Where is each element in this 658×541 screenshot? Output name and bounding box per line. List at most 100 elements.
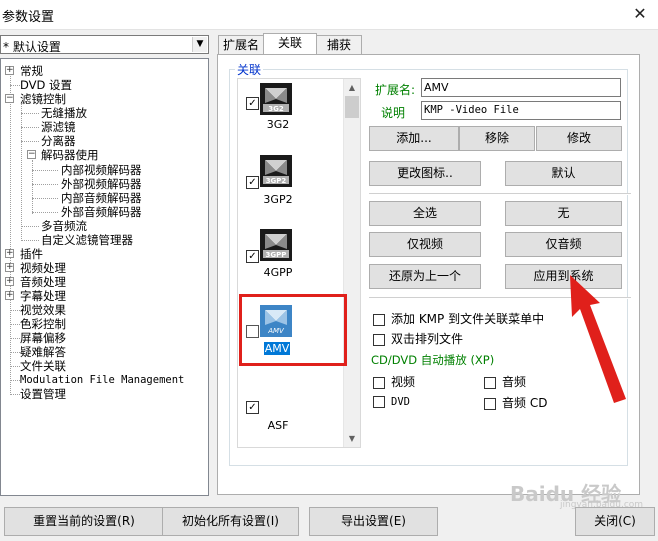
- tree-item-filter-control[interactable]: 滤镜控制: [20, 92, 66, 106]
- collapse-icon[interactable]: −: [5, 94, 14, 103]
- expand-icon[interactable]: +: [5, 66, 14, 75]
- checkbox[interactable]: ✓: [246, 97, 259, 110]
- tree-item-plugins[interactable]: 插件: [20, 247, 43, 261]
- chevron-down-icon[interactable]: ▼: [192, 37, 207, 52]
- tree-item-seamless[interactable]: 无缝播放: [41, 106, 87, 120]
- close-window-icon[interactable]: ✕: [628, 3, 652, 25]
- profile-selected-value: * 默认设置: [3, 40, 61, 54]
- checkbox[interactable]: [373, 333, 385, 346]
- format-label: 3GP2: [263, 193, 293, 206]
- tree-item-decoder-usage[interactable]: 解码器使用: [41, 148, 99, 162]
- option-label: 双击排列文件: [391, 332, 464, 346]
- initialize-all-button[interactable]: 初始化所有设置(I): [162, 507, 299, 536]
- tree-item-multi-audio[interactable]: 多音频流: [41, 219, 87, 233]
- checkbox[interactable]: ✓: [246, 176, 259, 189]
- svg-text:3GP2: 3GP2: [266, 177, 287, 185]
- tab-capture[interactable]: 捕获: [316, 35, 362, 55]
- expand-icon[interactable]: +: [5, 263, 14, 272]
- format-label: ASF: [267, 419, 289, 432]
- checkbox[interactable]: ✓: [246, 401, 259, 414]
- autoplay-video-option[interactable]: 视频: [373, 373, 415, 390]
- description-label: 说明: [381, 106, 406, 120]
- export-settings-button[interactable]: 导出设置(E): [309, 507, 438, 536]
- tree-item-internal-video-decoder[interactable]: 内部视频解码器: [61, 163, 142, 177]
- checkbox[interactable]: [373, 376, 385, 389]
- tree-item-external-video-decoder[interactable]: 外部视频解码器: [61, 177, 142, 191]
- select-none-button[interactable]: 无: [505, 201, 622, 226]
- select-all-button[interactable]: 全选: [369, 201, 481, 226]
- group-caption: 关联: [235, 61, 264, 78]
- autoplay-dvd-option[interactable]: DVD: [373, 394, 410, 408]
- autoplay-audio-option[interactable]: 音频: [484, 373, 526, 390]
- window-title: 参数设置: [2, 10, 55, 25]
- autoplay-audio-cd-option[interactable]: 音频 CD: [484, 394, 547, 411]
- restore-previous-button[interactable]: 还原为上一个: [369, 264, 481, 289]
- expand-icon[interactable]: +: [5, 277, 14, 286]
- tree-item-modulation-file-management[interactable]: Modulation File Management: [20, 373, 184, 387]
- checkbox[interactable]: [373, 395, 385, 408]
- reset-current-button[interactable]: 重置当前的设置(R): [4, 507, 164, 536]
- option-label: 添加 KMP 到文件关联菜单中: [391, 312, 545, 326]
- collapse-icon[interactable]: −: [27, 150, 36, 159]
- checkbox[interactable]: [484, 397, 496, 410]
- tree-item-general[interactable]: 常规: [20, 64, 43, 78]
- tree-item-troubleshooting[interactable]: 疑难解答: [20, 345, 66, 359]
- video-only-button[interactable]: 仅视频: [369, 232, 481, 257]
- tree-item-splitter[interactable]: 分离器: [41, 134, 76, 148]
- scroll-up-icon[interactable]: ▲: [344, 79, 360, 96]
- add-button[interactable]: 添加...: [369, 126, 459, 151]
- svg-text:3GPP: 3GPP: [266, 251, 287, 259]
- tree-item-file-association[interactable]: 文件关联: [20, 359, 66, 373]
- modify-button[interactable]: 修改: [536, 126, 622, 151]
- list-item[interactable]: ✓ 3GPP 4GPP: [238, 227, 345, 297]
- tree-item-video-processing[interactable]: 视频处理: [20, 261, 66, 275]
- tab-association[interactable]: 关联: [263, 33, 317, 56]
- tree-item-color-control[interactable]: 色彩控制: [20, 317, 66, 331]
- red-arrow-annotation: [570, 275, 626, 403]
- extension-field[interactable]: AMV: [421, 78, 621, 97]
- tree-item-visual-effects[interactable]: 视觉效果: [20, 303, 66, 317]
- default-button[interactable]: 默认: [505, 161, 622, 186]
- remove-button[interactable]: 移除: [459, 126, 535, 151]
- audio-only-button[interactable]: 仅音频: [505, 232, 622, 257]
- list-item[interactable]: ✓ 3G2 3G2: [238, 79, 345, 149]
- tree-item-source-filter[interactable]: 源滤镜: [41, 120, 76, 134]
- tree-item-screen-offset[interactable]: 屏幕偏移: [20, 331, 66, 345]
- change-icon-button[interactable]: 更改图标..: [369, 161, 481, 186]
- profile-dropdown[interactable]: * 默认设置 ▼: [0, 35, 209, 54]
- option-label: 音频: [502, 375, 527, 389]
- divider: [369, 193, 631, 195]
- tree-item-subtitle-processing[interactable]: 字幕处理: [20, 289, 66, 303]
- list-item[interactable]: ✓ ASF: [238, 379, 345, 447]
- add-kmp-menu-option[interactable]: 添加 KMP 到文件关联菜单中: [373, 310, 544, 327]
- scroll-thumb[interactable]: [345, 96, 359, 118]
- close-button[interactable]: 关闭(C): [575, 507, 655, 536]
- tree-item-settings-management[interactable]: 设置管理: [20, 387, 66, 401]
- format-label: 4GPP: [263, 266, 293, 279]
- list-item[interactable]: ✓ 3GP2 3GP2: [238, 153, 345, 223]
- expand-icon[interactable]: +: [5, 249, 14, 258]
- tab-extension[interactable]: 扩展名: [218, 35, 264, 55]
- option-label: 视频: [391, 375, 416, 389]
- checkbox[interactable]: [484, 376, 496, 389]
- expand-icon[interactable]: +: [5, 291, 14, 300]
- format-list[interactable]: ▲ ▼ ✓ 3G2 3G2 ✓ 3GP2 3GP2 ✓ 3GPP 4GPP AM…: [237, 78, 361, 448]
- tree-item-custom-filter-manager[interactable]: 自定义滤镜管理器: [41, 233, 133, 247]
- tree-item-internal-audio-decoder[interactable]: 内部音频解码器: [61, 191, 142, 205]
- 3gp2-file-icon: 3GP2: [260, 155, 292, 187]
- autoplay-caption: CD/DVD 自动播放 (XP): [371, 353, 495, 367]
- scroll-down-icon[interactable]: ▼: [344, 430, 360, 447]
- description-field[interactable]: KMP -Video File: [421, 101, 621, 120]
- format-list-scrollbar[interactable]: ▲ ▼: [343, 79, 360, 447]
- checkbox[interactable]: [373, 313, 385, 326]
- extension-label: 扩展名:: [375, 83, 416, 97]
- title-bar: 参数设置 ✕: [0, 0, 658, 30]
- svg-text:3G2: 3G2: [268, 105, 284, 113]
- double-click-sort-option[interactable]: 双击排列文件: [373, 330, 463, 347]
- option-label: 音频 CD: [502, 396, 548, 410]
- tree-item-external-audio-decoder[interactable]: 外部音频解码器: [61, 205, 142, 219]
- settings-tree[interactable]: + 常规 DVD 设置 − 滤镜控制 无缝播放 源滤镜 分离器 − 解码器使用 …: [0, 58, 209, 496]
- tree-item-dvd[interactable]: DVD 设置: [20, 78, 72, 92]
- checkbox[interactable]: ✓: [246, 250, 259, 263]
- tree-item-audio-processing[interactable]: 音频处理: [20, 275, 66, 289]
